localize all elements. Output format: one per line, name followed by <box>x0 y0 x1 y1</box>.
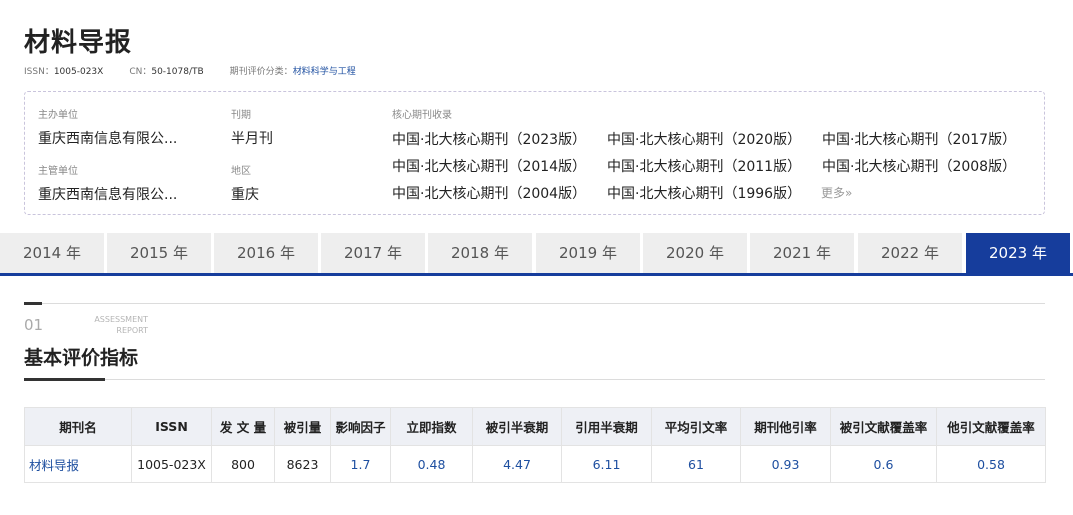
core-item: 中国·北大核心期刊（2023版） <box>392 132 587 148</box>
region-label: 地区 <box>231 166 251 177</box>
cn-value: 50-1078/TB <box>151 67 204 77</box>
core-item: 中国·北大核心期刊（2008版） <box>822 159 1017 175</box>
section-eng-line2: REPORT <box>116 326 148 335</box>
cn-meta: CN：50-1078/TB <box>129 64 203 77</box>
metrics-table: 期刊名 ISSN 发 文 量 被引量 影响因子 立即指数 被引半衰期 引用半衰期… <box>24 407 1046 483</box>
tab-year-2014[interactable]: 2014 年 <box>0 233 104 273</box>
category-label: 期刊评价分类： <box>229 67 293 77</box>
core-label: 核心期刊收录 <box>392 110 452 121</box>
header-avg-citation-rate: 平均引文率 <box>651 407 741 446</box>
cell-other-cited-coverage: 0.58 <box>936 445 1046 483</box>
supervisor-value: 重庆西南信息有限公... <box>38 187 178 203</box>
header-citing-half-life: 引用半衰期 <box>561 407 652 446</box>
tab-year-2016[interactable]: 2016 年 <box>214 233 318 273</box>
tab-year-2017[interactable]: 2017 年 <box>321 233 425 273</box>
section-english-caption: ASSESSMENT REPORT <box>86 314 148 336</box>
tab-year-2020[interactable]: 2020 年 <box>643 233 747 273</box>
cell-citing-half-life: 6.11 <box>561 445 652 483</box>
header-cited-coverage: 被引文献覆盖率 <box>830 407 937 446</box>
section-divider-bottom <box>24 379 1045 380</box>
core-item: 中国·北大核心期刊（1996版） <box>607 186 802 202</box>
core-item: 中国·北大核心期刊（2020版） <box>607 132 802 148</box>
tab-year-2021[interactable]: 2021 年 <box>750 233 854 273</box>
cell-avg-citation-rate: 61 <box>651 445 741 483</box>
core-item: 中国·北大核心期刊（2017版） <box>822 132 1017 148</box>
core-item: 中国·北大核心期刊（2014版） <box>392 159 587 175</box>
region-value: 重庆 <box>231 187 259 203</box>
tab-year-2015[interactable]: 2015 年 <box>107 233 211 273</box>
issn-label: ISSN： <box>24 67 54 77</box>
supervisor-label: 主管单位 <box>38 166 78 177</box>
core-item: 中国·北大核心期刊（2011版） <box>607 159 802 175</box>
period-label: 刊期 <box>231 110 251 121</box>
header-journal-name: 期刊名 <box>24 407 132 446</box>
cn-label: CN： <box>129 67 152 77</box>
header-cited-half-life: 被引半衰期 <box>472 407 562 446</box>
header-publications: 发 文 量 <box>211 407 275 446</box>
category-link[interactable]: 材料科学与工程 <box>293 67 356 77</box>
issn-meta: ISSN：1005-023X <box>24 64 103 77</box>
issn-value: 1005-023X <box>53 67 104 77</box>
journal-title: 材料导报 <box>24 28 133 58</box>
section-title-underline <box>24 378 105 381</box>
more-link[interactable]: 更多» <box>821 184 852 201</box>
section-number: 01 <box>24 316 44 334</box>
header-impact-factor: 影响因子 <box>330 407 391 446</box>
cell-impact-factor: 1.7 <box>330 445 391 483</box>
cell-publications: 800 <box>211 445 275 483</box>
tab-year-2019[interactable]: 2019 年 <box>536 233 640 273</box>
section-title: 基本评价指标 <box>24 347 139 369</box>
section-eng-line1: ASSESSMENT <box>94 315 148 324</box>
section-divider-top <box>24 303 1045 304</box>
tab-year-2023[interactable]: 2023 年 <box>966 233 1070 273</box>
sponsor-value: 重庆西南信息有限公... <box>38 131 178 147</box>
period-value: 半月刊 <box>231 131 273 147</box>
table-row: 材料导报 1005-023X 800 8623 1.7 0.48 4.47 6.… <box>24 445 1046 483</box>
header-other-cited-coverage: 他引文献覆盖率 <box>936 407 1046 446</box>
header-citations: 被引量 <box>274 407 331 446</box>
section-accent-dash <box>24 302 42 305</box>
journal-info-box: 主办单位 重庆西南信息有限公... 主管单位 重庆西南信息有限公... 刊期 半… <box>24 91 1045 215</box>
cell-other-citation-rate: 0.93 <box>740 445 831 483</box>
category-meta: 期刊评价分类：材料科学与工程 <box>230 64 356 77</box>
cell-citations: 8623 <box>274 445 331 483</box>
cell-issn: 1005-023X <box>131 445 212 483</box>
tabs-underline <box>0 273 1073 276</box>
header-issn: ISSN <box>131 407 212 446</box>
tab-year-2018[interactable]: 2018 年 <box>428 233 532 273</box>
cell-immediacy-index: 0.48 <box>390 445 473 483</box>
cell-cited-coverage: 0.6 <box>830 445 937 483</box>
journal-meta: ISSN：1005-023X CN：50-1078/TB 期刊评价分类：材料科学… <box>24 64 382 77</box>
cell-cited-half-life: 4.47 <box>472 445 562 483</box>
header-other-citation-rate: 期刊他引率 <box>740 407 831 446</box>
header-immediacy-index: 立即指数 <box>390 407 473 446</box>
cell-journal-name-link[interactable]: 材料导报 <box>24 445 132 483</box>
table-header-row: 期刊名 ISSN 发 文 量 被引量 影响因子 立即指数 被引半衰期 引用半衰期… <box>24 407 1046 446</box>
year-tabs: 2014 年 2015 年 2016 年 2017 年 2018 年 2019 … <box>0 233 1073 276</box>
core-item: 中国·北大核心期刊（2004版） <box>392 186 587 202</box>
tab-year-2022[interactable]: 2022 年 <box>858 233 962 273</box>
sponsor-label: 主办单位 <box>38 110 78 121</box>
